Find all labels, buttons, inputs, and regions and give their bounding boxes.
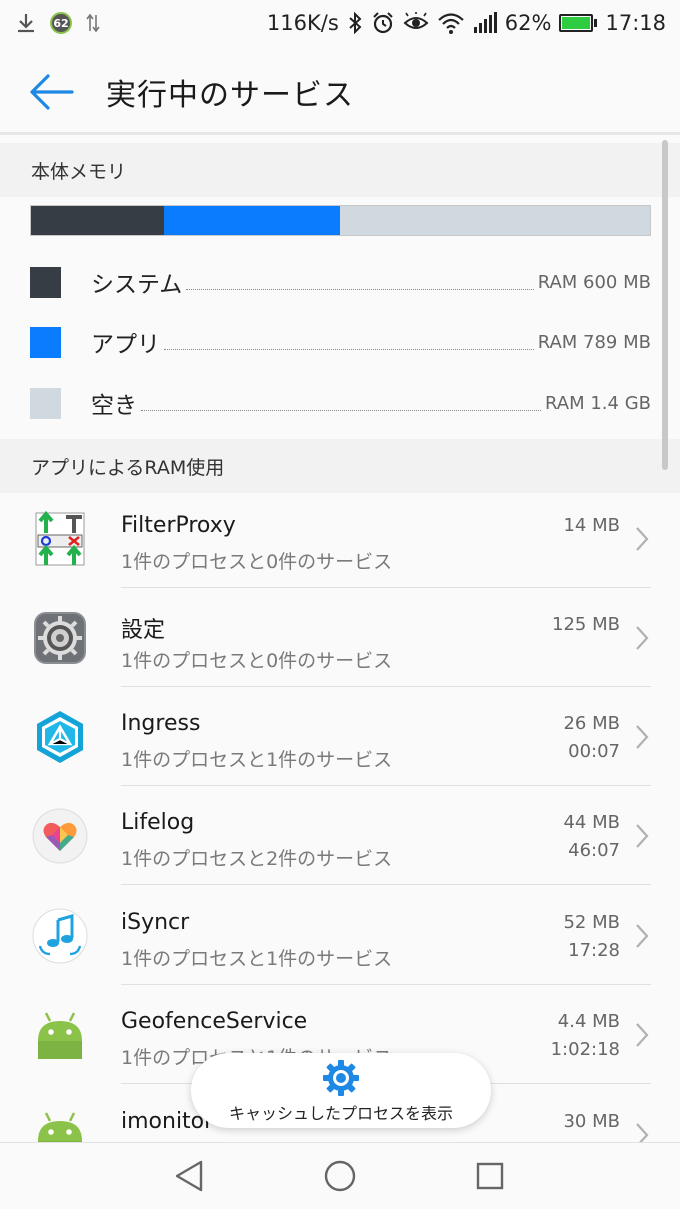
back-arrow-icon[interactable] [28, 70, 76, 114]
app-ram-size: 125 MB [552, 614, 620, 635]
app-name: Lifelog [121, 810, 195, 835]
eye-icon [403, 12, 429, 29]
bluetooth-icon [349, 12, 362, 34]
memory-bar-system [31, 206, 164, 235]
scrollbar[interactable] [662, 140, 668, 470]
chevron-right-icon [636, 924, 649, 948]
navigation-bar [0, 1142, 680, 1209]
list-item-settings[interactable]: 設定 1件のプロセスと0件のサービス 125 MB [0, 588, 680, 687]
list-divider [121, 884, 651, 885]
legend-value: RAM 789 MB [537, 331, 651, 353]
chevron-right-icon [636, 725, 649, 749]
app-name: iSyncr [121, 910, 190, 935]
lifelog-heart-app-icon [32, 808, 88, 864]
app-uptime: 00:07 [568, 741, 620, 762]
download-icon [18, 14, 34, 33]
wifi-icon [438, 13, 464, 34]
memory-usage-bar [30, 205, 651, 236]
memory-section-header: 本体メモリ [0, 143, 680, 197]
legend-system: システム RAM 600 MB [30, 262, 651, 302]
app-ram-size: 52 MB [563, 912, 620, 933]
legend-app: アプリ RAM 789 MB [30, 322, 651, 362]
nav-recents-square-icon[interactable] [475, 1161, 505, 1191]
app-uptime: 46:07 [568, 840, 620, 861]
battery-icon [559, 14, 598, 32]
chevron-right-icon [636, 527, 649, 551]
legend-swatch-app [30, 326, 61, 358]
page-title: 実行中のサービス [106, 78, 354, 113]
legend-label: アプリ [91, 332, 160, 358]
chevron-right-icon [636, 824, 649, 848]
legend-swatch-free [30, 387, 61, 419]
app-uptime: 17:28 [568, 940, 620, 961]
chevron-right-icon [636, 1123, 649, 1142]
app-ram-size: 14 MB [563, 515, 620, 536]
apps-section-header: アプリによるRAM使用 [0, 439, 680, 493]
list-item-isyncr[interactable]: iSyncr 1件のプロセスと1件のサービス 52 MB 17:28 [0, 886, 680, 985]
net-speed: 116K/s [266, 11, 339, 35]
legend-swatch-system [30, 266, 61, 298]
app-bar-divider [0, 132, 680, 135]
filterproxy-app-icon [35, 511, 85, 566]
legend-label: システム [91, 272, 183, 298]
android-robot-app-icon [38, 1112, 82, 1142]
app-ram-size: 30 MB [563, 1111, 620, 1132]
show-cached-processes-label: キャッシュしたプロセスを表示 [228, 1103, 453, 1123]
app-ram-size: 44 MB [563, 812, 620, 833]
nav-home-circle-icon[interactable] [323, 1159, 357, 1193]
signal-icon [473, 12, 497, 33]
show-cached-processes-button[interactable]: キャッシュしたプロセスを表示 [191, 1053, 491, 1128]
app-process-info: 1件のプロセスと0件のサービス [121, 551, 393, 573]
legend-value: RAM 1.4 GB [545, 392, 651, 414]
ingress-app-icon [37, 711, 83, 763]
android-robot-app-icon [38, 1012, 82, 1059]
app-ram-size: 26 MB [563, 713, 620, 734]
data-arrows-icon [86, 13, 100, 33]
list-item-filterproxy[interactable]: FilterProxy 1件のプロセスと0件のサービス 14 MB [0, 489, 680, 588]
app-uptime: 1:02:18 [550, 1039, 620, 1060]
app-process-info: 1件のプロセスと0件のサービス [121, 650, 393, 672]
app-name: Ingress [121, 711, 201, 736]
app-process-info: 1件のプロセスと1件のサービス [121, 948, 393, 970]
legend-label: 空き [91, 393, 137, 419]
app-process-info: 1件のプロセスと2件のサービス [121, 848, 393, 870]
legend-value: RAM 600 MB [537, 271, 651, 293]
list-item-lifelog[interactable]: Lifelog 1件のプロセスと2件のサービス 44 MB 46:07 [0, 786, 680, 885]
notification-badge-icon: 62 [50, 12, 72, 34]
memory-bar-free [340, 206, 650, 235]
app-process-info: 1件のプロセスと1件のサービス [121, 749, 393, 771]
leader-dots [186, 275, 534, 290]
isyncr-music-sync-app-icon [32, 908, 88, 964]
leader-dots [164, 335, 534, 350]
leader-dots [141, 396, 541, 411]
legend-free: 空き RAM 1.4 GB [30, 383, 651, 423]
settings-gear-app-icon [34, 612, 86, 664]
chevron-right-icon [636, 626, 649, 650]
clock: 17:18 [605, 11, 666, 35]
battery-percent: 62% [504, 11, 552, 35]
memory-bar-app [164, 206, 340, 235]
app-bar: 実行中のサービス [0, 46, 680, 134]
chevron-right-icon [636, 1023, 649, 1047]
app-name: FilterProxy [121, 513, 236, 538]
app-name: 設定 [121, 618, 166, 643]
nav-back-triangle-icon[interactable] [173, 1159, 207, 1193]
app-name: GeofenceService [121, 1009, 308, 1034]
status-bar: 62 116K/s 62% 17:18 [0, 0, 680, 46]
app-ram-size: 4.4 MB [557, 1011, 620, 1032]
list-item-ingress[interactable]: Ingress 1件のプロセスと1件のサービス 26 MB 00:07 [0, 687, 680, 786]
alarm-icon [373, 12, 393, 34]
gear-icon [323, 1059, 359, 1096]
